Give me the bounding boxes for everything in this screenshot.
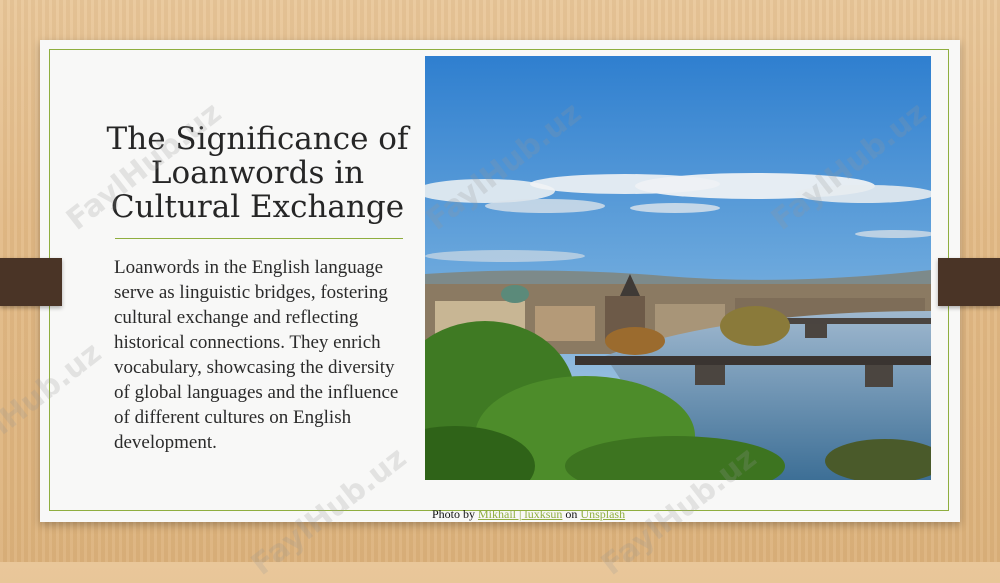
slide-body-text: Loanwords in the English language serve … <box>114 257 399 453</box>
source-link[interactable]: Unsplash <box>580 507 625 521</box>
right-clip <box>938 258 1000 306</box>
caption-middle: on <box>562 507 581 521</box>
photo-illustration <box>425 56 931 480</box>
caption-prefix: Photo by <box>432 507 479 521</box>
photo-credit-caption: Photo by Mikhail | luxksun on Unsplash <box>432 507 625 522</box>
title-divider <box>115 238 403 239</box>
city-river-photo <box>425 56 931 480</box>
author-link[interactable]: Mikhail | luxksun <box>478 507 562 521</box>
left-clip <box>0 258 62 306</box>
